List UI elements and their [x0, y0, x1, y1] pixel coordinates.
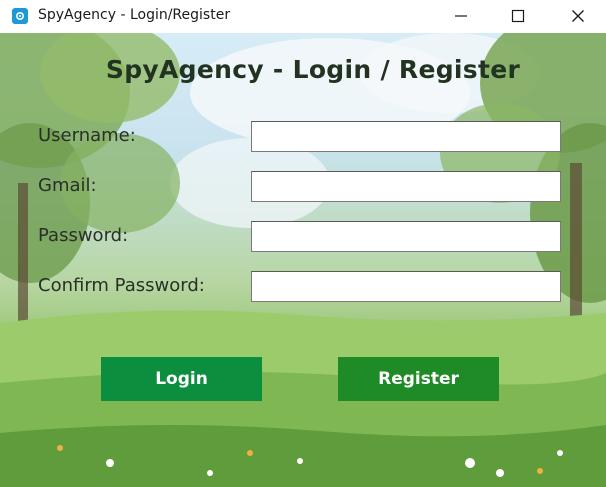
page-title: SpyAgency - Login / Register [105, 55, 521, 84]
gmail-input[interactable] [251, 171, 561, 202]
login-register-panel: SpyAgency - Login / Register Username: G… [0, 33, 606, 487]
register-button[interactable]: Register [338, 357, 499, 401]
username-input[interactable] [251, 121, 561, 152]
confirm-password-input[interactable] [251, 271, 561, 302]
meadow-background-illustration [0, 33, 606, 487]
gmail-label: Gmail: [38, 175, 97, 196]
close-icon [572, 10, 584, 22]
maximize-button[interactable] [495, 0, 541, 32]
close-button[interactable] [555, 0, 601, 32]
password-input[interactable] [251, 221, 561, 252]
minimize-button[interactable] [438, 0, 484, 32]
window-title-bar[interactable]: SpyAgency - Login/Register [0, 0, 606, 32]
gear-icon [12, 8, 28, 24]
maximize-icon [511, 9, 525, 23]
password-label: Password: [38, 225, 129, 246]
confirm-password-label: Confirm Password: [38, 275, 205, 296]
minimize-icon [455, 15, 467, 17]
login-button[interactable]: Login [101, 357, 262, 401]
window-title: SpyAgency - Login/Register [38, 7, 231, 23]
username-label: Username: [38, 125, 136, 146]
